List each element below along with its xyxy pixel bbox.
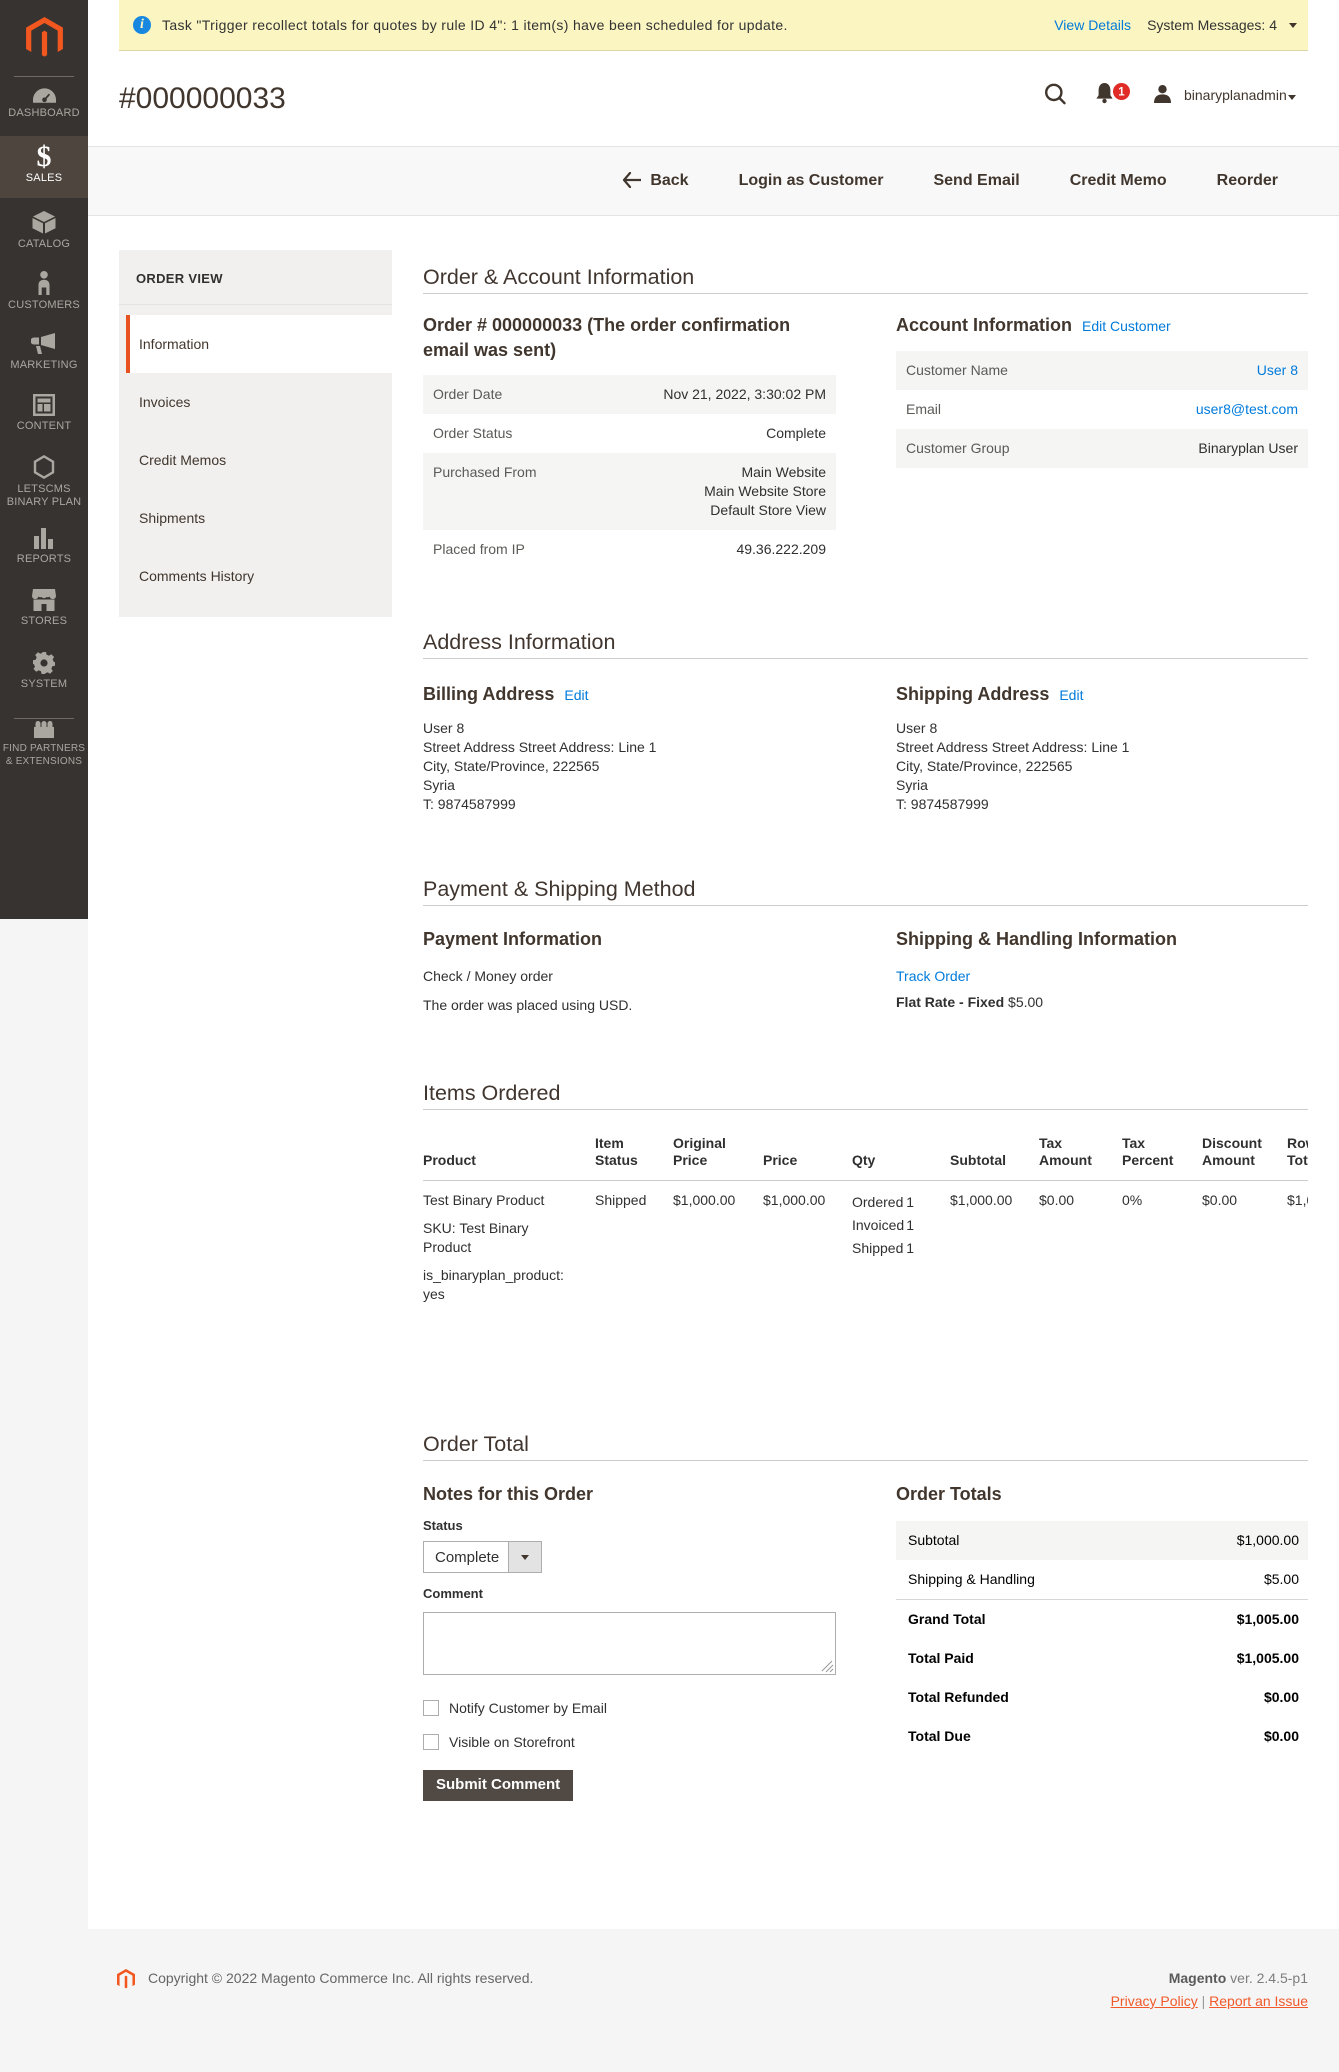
svg-text:1: 1 [1118,87,1125,99]
